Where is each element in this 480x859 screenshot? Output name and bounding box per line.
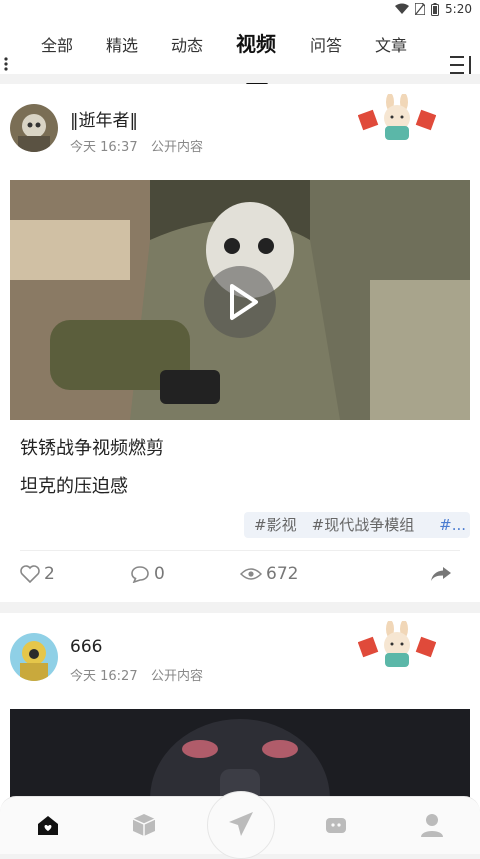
wifi-icon [395, 3, 410, 14]
tag-more[interactable]: #... [437, 512, 466, 538]
comment-count: 0 [154, 564, 165, 584]
comment-button[interactable]: 0 [130, 564, 165, 584]
box-icon[interactable] [130, 811, 158, 839]
post-text[interactable]: 坦克的压迫感 [20, 472, 128, 498]
tab-all[interactable]: 全部 [41, 32, 73, 56]
clock: 5:20 [445, 2, 472, 16]
sim-icon [415, 3, 426, 15]
avatar[interactable] [10, 633, 58, 681]
bottom-nav-bar [0, 791, 480, 859]
heart-outline-icon [20, 565, 40, 583]
like-count: 2 [44, 564, 55, 584]
play-icon [230, 284, 258, 320]
username[interactable]: ‖逝年者‖ [70, 106, 138, 131]
avatar[interactable] [10, 104, 58, 152]
visibility-label: 公开内容 [151, 669, 204, 684]
username[interactable]: 666 [70, 637, 102, 657]
tab-articles[interactable]: 文章 [375, 32, 407, 56]
post-title[interactable]: 铁锈战争视频燃剪 [20, 434, 164, 460]
visibility-label: 公开内容 [151, 140, 204, 155]
post-card[interactable]: ‖逝年者‖ 今天 16:37 公开内容 铁锈战争视频燃剪 坦克的压迫感 #影视 [0, 84, 480, 602]
paper-plane-icon [229, 812, 253, 836]
like-button[interactable]: 2 [20, 564, 55, 584]
share-arrow-icon[interactable] [430, 566, 452, 582]
view-count: 672 [266, 564, 299, 584]
battery-icon [431, 2, 440, 16]
more-vertical-icon[interactable] [4, 56, 8, 72]
publish-button[interactable] [207, 791, 275, 859]
play-button[interactable] [204, 266, 276, 338]
rabbit-mascot-icon [358, 94, 436, 140]
home-icon[interactable] [34, 811, 62, 839]
tab-feed[interactable]: 动态 [171, 32, 203, 56]
tab-qa[interactable]: 问答 [310, 32, 342, 56]
tag[interactable]: #现代战争模组 [312, 512, 415, 538]
tab-featured[interactable]: 精选 [106, 32, 138, 56]
status-bar: 5:20 [0, 0, 480, 22]
divider [20, 550, 460, 551]
post-time: 今天 16:27 [70, 669, 138, 684]
chat-icon[interactable] [322, 811, 350, 839]
tag[interactable]: #影视 [254, 512, 297, 538]
eye-icon [240, 568, 262, 580]
post-time: 今天 16:37 [70, 140, 138, 155]
tab-video[interactable]: 视频 [236, 28, 276, 57]
top-tab-bar: 全部 精选 动态 视频 问答 文章 [0, 22, 480, 86]
user-icon[interactable] [418, 811, 446, 839]
video-thumbnail[interactable] [10, 180, 470, 420]
sort-menu-icon[interactable] [448, 54, 474, 76]
tag-list: #影视 #现代战争模组 #... [244, 512, 470, 538]
rabbit-mascot-icon [358, 621, 436, 667]
speech-bubble-icon [131, 566, 149, 583]
view-count-display: 672 [240, 564, 298, 584]
status-icons: 5:20 [395, 2, 472, 16]
